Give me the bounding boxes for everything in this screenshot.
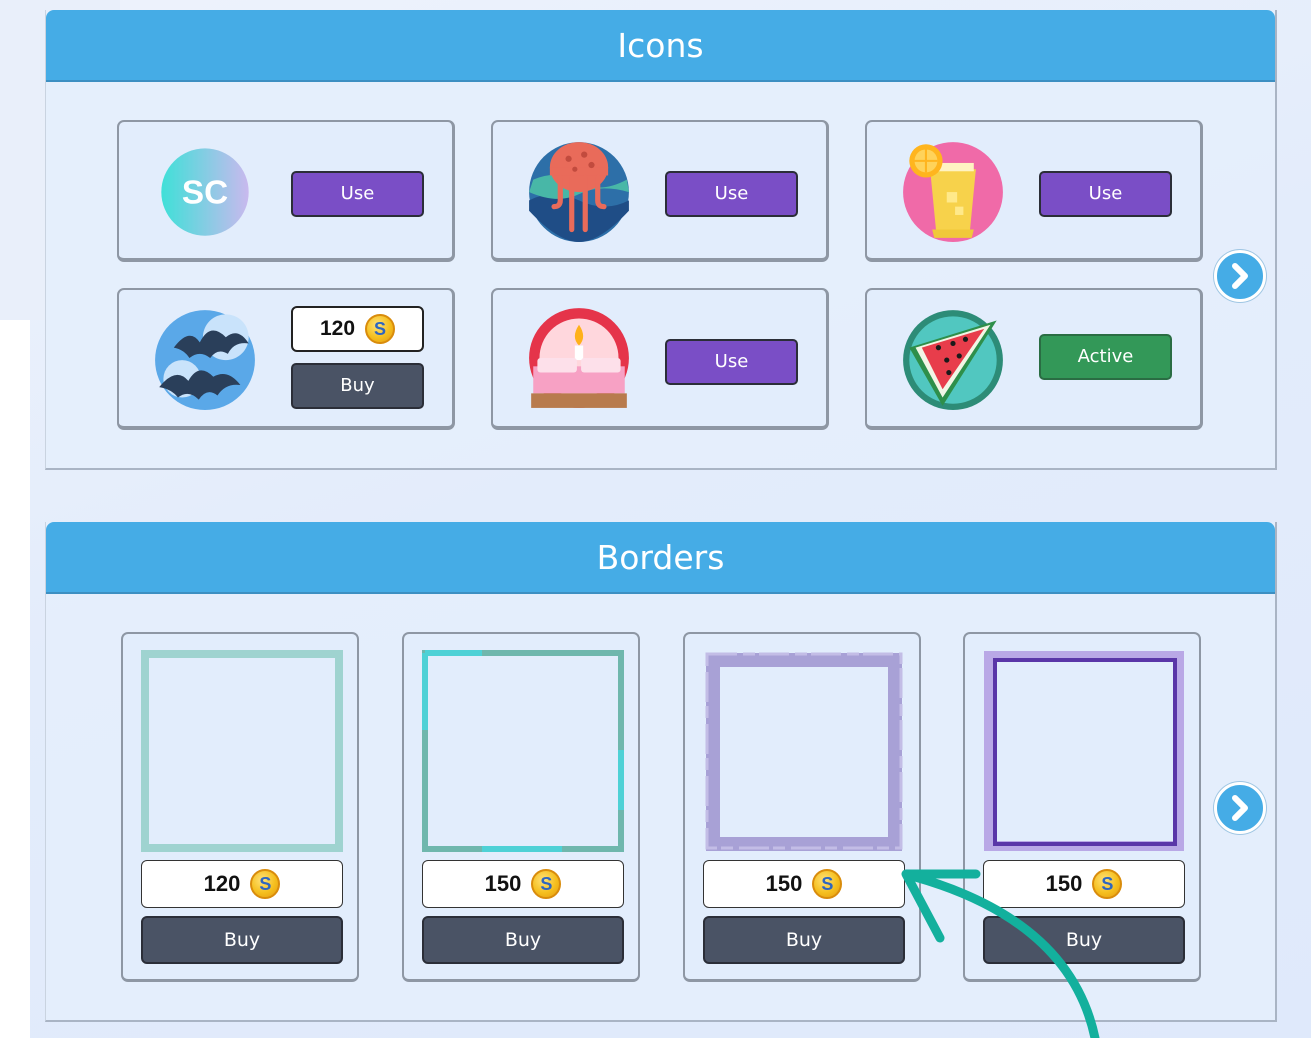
buy-button[interactable]: Buy: [422, 916, 624, 964]
price-tag: 120 S: [141, 860, 343, 908]
price-tag: 120 S: [291, 306, 424, 352]
candle-bed-icon: [529, 308, 629, 408]
buy-button[interactable]: Buy: [291, 363, 424, 409]
coin-icon: S: [812, 869, 843, 899]
icon-card-bats: 120 S Buy: [117, 288, 455, 430]
price-tag: 150 S: [703, 860, 905, 908]
icons-next-button[interactable]: [1214, 250, 1266, 302]
purple-sketch-frame: [984, 651, 1184, 851]
icons-panel: Icons SC Use Use Use 120 S Buy Use Activ…: [45, 10, 1277, 470]
price-value: 150: [484, 871, 522, 896]
svg-text:SC: SC: [182, 175, 228, 212]
teal-multicolor-frame: [422, 650, 624, 852]
chevron-right-icon: [1232, 263, 1248, 289]
icon-card-watermelon: Active: [865, 288, 1203, 430]
use-button[interactable]: Use: [665, 339, 798, 385]
light-teal-frame: [141, 650, 343, 852]
lemonade-icon: [903, 142, 1003, 242]
price-value: 120: [319, 317, 356, 340]
chevron-right-icon: [1232, 795, 1248, 821]
borders-next-button[interactable]: [1214, 782, 1266, 834]
icons-panel-title: Icons: [46, 10, 1275, 82]
active-button[interactable]: Active: [1039, 334, 1172, 380]
icon-card-sc: SC Use: [117, 120, 455, 262]
watermelon-icon: [903, 310, 1003, 410]
buy-button[interactable]: Buy: [703, 916, 905, 964]
coin-icon: S: [250, 869, 281, 899]
icon-card-candle: Use: [491, 288, 829, 430]
border-card-teal: 150 S Buy: [402, 632, 640, 982]
buy-button[interactable]: Buy: [141, 916, 343, 964]
price-tag: 150 S: [422, 860, 624, 908]
jellyfish-icon: [529, 142, 629, 242]
icon-card-jellyfish: Use: [491, 120, 829, 262]
annotation-arrow-icon: [901, 869, 1100, 1038]
sc-logo-icon: SC: [161, 148, 249, 236]
coin-icon: S: [531, 869, 562, 899]
use-button[interactable]: Use: [291, 171, 424, 217]
lavender-brush-frame: [705, 652, 903, 851]
bats-icon: [155, 310, 255, 410]
price-value: 120: [203, 871, 241, 896]
border-card-light-teal: 120 S Buy: [121, 632, 359, 982]
price-value: 150: [765, 871, 803, 896]
icon-card-lemonade: Use: [865, 120, 1203, 262]
use-button[interactable]: Use: [665, 171, 798, 217]
use-button[interactable]: Use: [1039, 171, 1172, 217]
coin-icon: S: [365, 314, 396, 344]
borders-panel-title: Borders: [46, 522, 1275, 594]
border-card-lavender: 150 S Buy: [683, 632, 921, 982]
